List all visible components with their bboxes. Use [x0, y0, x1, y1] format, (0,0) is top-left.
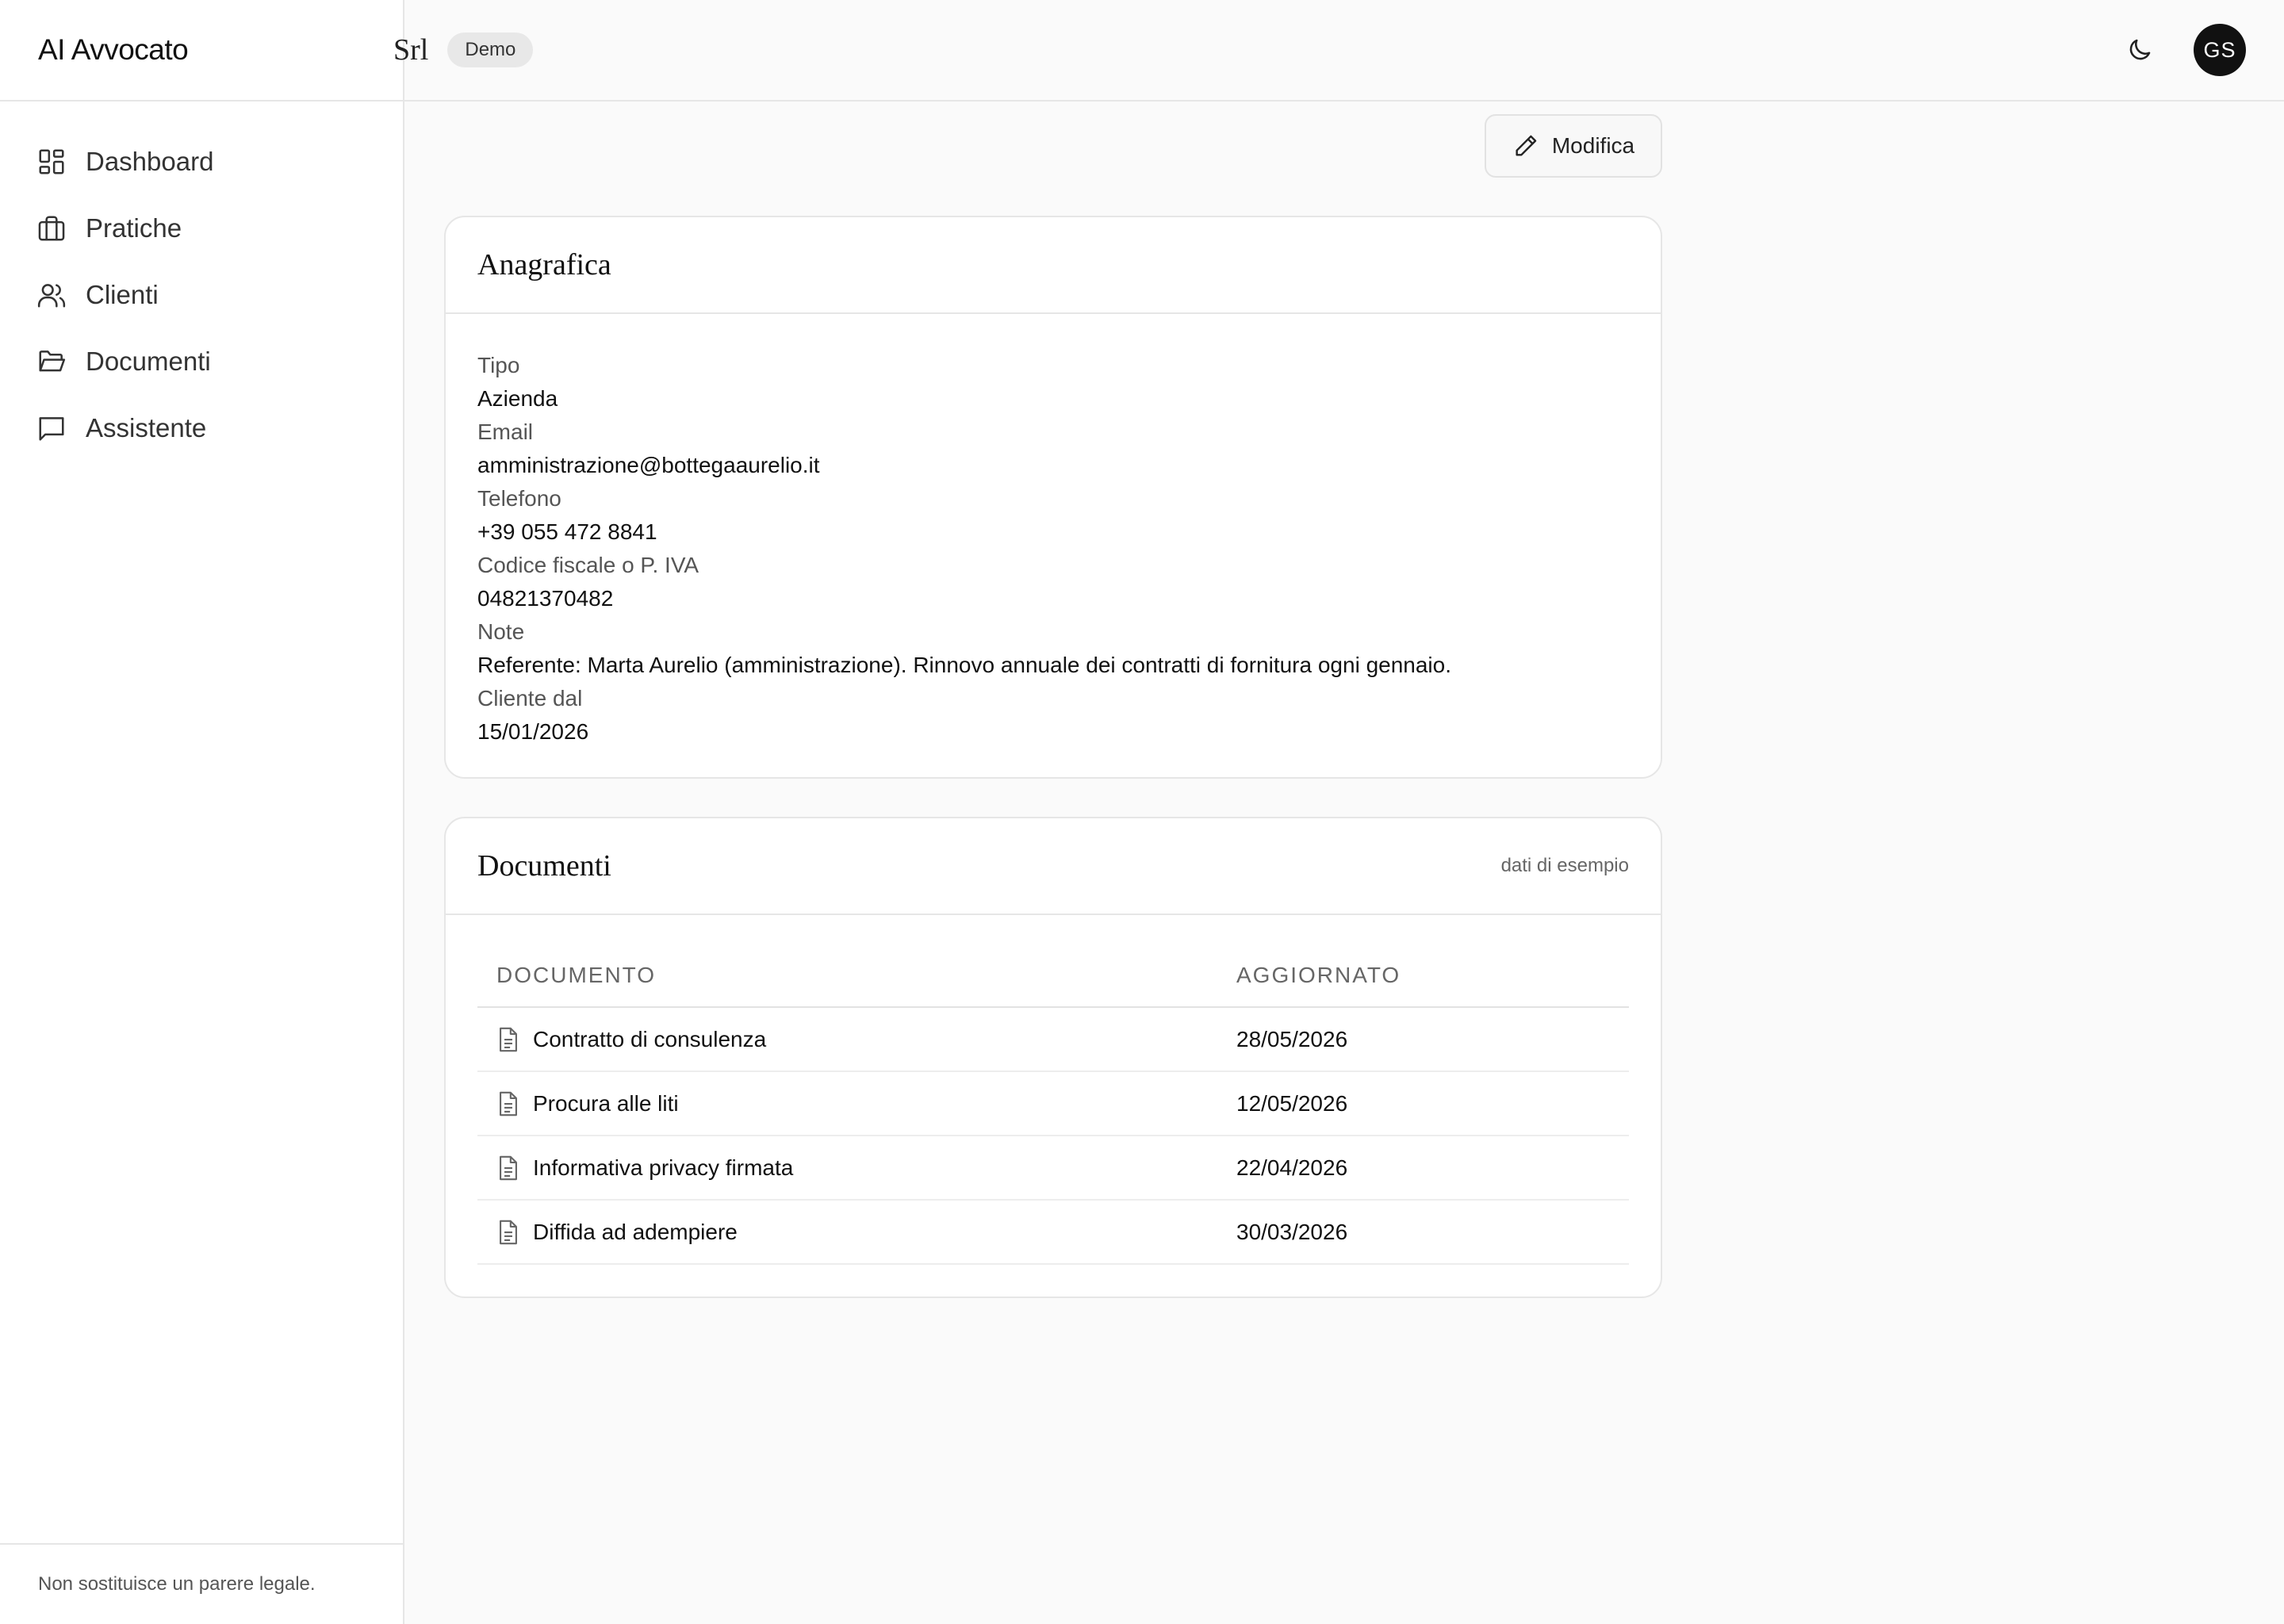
documenti-title: Documenti [477, 849, 611, 883]
field-value-tipo: Azienda [477, 386, 558, 411]
top-header: Srl Demo GS [393, 0, 2284, 102]
file-text-icon [500, 1155, 517, 1180]
theme-toggle-button[interactable] [2114, 25, 2165, 75]
field-label-email: Email [477, 419, 534, 444]
table-row[interactable]: Procura alle liti 12/05/2026 [477, 1071, 1629, 1136]
anagrafica-details: Tipo Azienda Email amministrazione@botte… [446, 314, 1661, 777]
field-value-email: amministrazione@bottegaaurelio.it [477, 453, 820, 477]
documenti-card: Documenti dati di esempio DOCUMENTO AGGI… [444, 817, 1662, 1298]
sidebar-disclaimer: Non sostituisce un parere legale. [0, 1543, 403, 1624]
dashboard-icon [39, 149, 64, 174]
sidebar-item-label: Dashboard [86, 147, 214, 176]
document-name[interactable]: Contratto di consulenza [533, 1027, 766, 1052]
field-value-note: Referente: Marta Aurelio (amministrazion… [477, 653, 1452, 677]
column-header-aggiornato: AGGIORNATO [1217, 944, 1629, 1008]
app-logo[interactable]: AI Avvocato [0, 0, 403, 102]
sidebar-item-label: Clienti [86, 280, 159, 309]
documents-table: DOCUMENTO AGGIORNATO Contratto di consul… [477, 944, 1629, 1265]
sidebar-nav: Dashboard Pratiche Clienti Documenti Ass… [0, 102, 403, 457]
sidebar-item-label: Assistente [86, 413, 207, 442]
table-row[interactable]: Diffida ad adempiere 30/03/2026 [477, 1200, 1629, 1265]
table-row[interactable]: Contratto di consulenza 28/05/2026 [477, 1007, 1629, 1072]
moon-icon [2129, 39, 2151, 60]
sidebar: AI Avvocato Dashboard Pratiche Clienti D… [0, 0, 404, 1624]
column-header-documento: DOCUMENTO [477, 944, 1217, 1008]
sidebar-item-documenti[interactable]: Documenti [0, 333, 403, 390]
document-name[interactable]: Informativa privacy firmata [533, 1155, 793, 1181]
document-name[interactable]: Diffida ad adempiere [533, 1220, 738, 1245]
table-row[interactable]: Informativa privacy firmata 22/04/2026 [477, 1136, 1629, 1201]
chat-icon [39, 417, 64, 441]
sidebar-item-assistente[interactable]: Assistente [0, 400, 403, 457]
anagrafica-title: Anagrafica [477, 248, 611, 282]
field-label-codice-fiscale: Codice fiscale o P. IVA [477, 553, 699, 577]
sidebar-item-clienti[interactable]: Clienti [0, 266, 403, 324]
demo-badge: Demo [447, 33, 534, 67]
documenti-header: Documenti dati di esempio [446, 818, 1661, 915]
sidebar-item-label: Pratiche [86, 213, 182, 243]
field-label-telefono: Telefono [477, 486, 561, 511]
document-name-cell: Procura alle liti [477, 1071, 1217, 1136]
documenti-subtitle: dati di esempio [1500, 855, 1629, 876]
document-name[interactable]: Procura alle liti [533, 1091, 679, 1116]
page-title: Srl [393, 33, 429, 67]
field-value-cliente-dal: 15/01/2026 [477, 719, 589, 744]
folder-open-icon [39, 350, 66, 372]
file-text-icon [500, 1091, 517, 1116]
briefcase-icon [38, 216, 65, 241]
user-avatar[interactable]: GS [2194, 24, 2246, 76]
field-value-codice-fiscale: 04821370482 [477, 586, 614, 611]
document-date: 12/05/2026 [1217, 1071, 1629, 1136]
pencil-icon [1516, 135, 1537, 156]
file-text-icon [500, 1027, 517, 1051]
field-label-cliente-dal: Cliente dal [477, 686, 583, 710]
table-header-row: DOCUMENTO AGGIORNATO [477, 944, 1629, 1008]
field-label-tipo: Tipo [477, 353, 520, 377]
edit-button[interactable]: Modifica [1485, 114, 1662, 178]
document-name-cell: Diffida ad adempiere [477, 1200, 1217, 1265]
sidebar-item-dashboard[interactable]: Dashboard [0, 133, 403, 190]
anagrafica-card: Anagrafica Tipo Azienda Email amministra… [444, 216, 1662, 779]
anagrafica-header: Anagrafica [446, 217, 1661, 314]
document-date: 28/05/2026 [1217, 1007, 1629, 1072]
document-date: 22/04/2026 [1217, 1136, 1629, 1201]
edit-button-label: Modifica [1551, 133, 1635, 158]
users-icon [37, 284, 66, 308]
field-value-telefono: +39 055 472 8841 [477, 519, 657, 544]
field-label-note: Note [477, 619, 525, 644]
document-name-cell: Informativa privacy firmata [477, 1136, 1217, 1201]
documenti-table-wrapper: DOCUMENTO AGGIORNATO Contratto di consul… [446, 915, 1661, 1297]
sidebar-item-pratiche[interactable]: Pratiche [0, 200, 403, 257]
sidebar-item-label: Documenti [86, 347, 211, 376]
file-text-icon [500, 1220, 517, 1244]
header-actions: GS [2114, 24, 2246, 76]
document-name-cell: Contratto di consulenza [477, 1007, 1217, 1072]
document-date: 30/03/2026 [1217, 1200, 1629, 1265]
